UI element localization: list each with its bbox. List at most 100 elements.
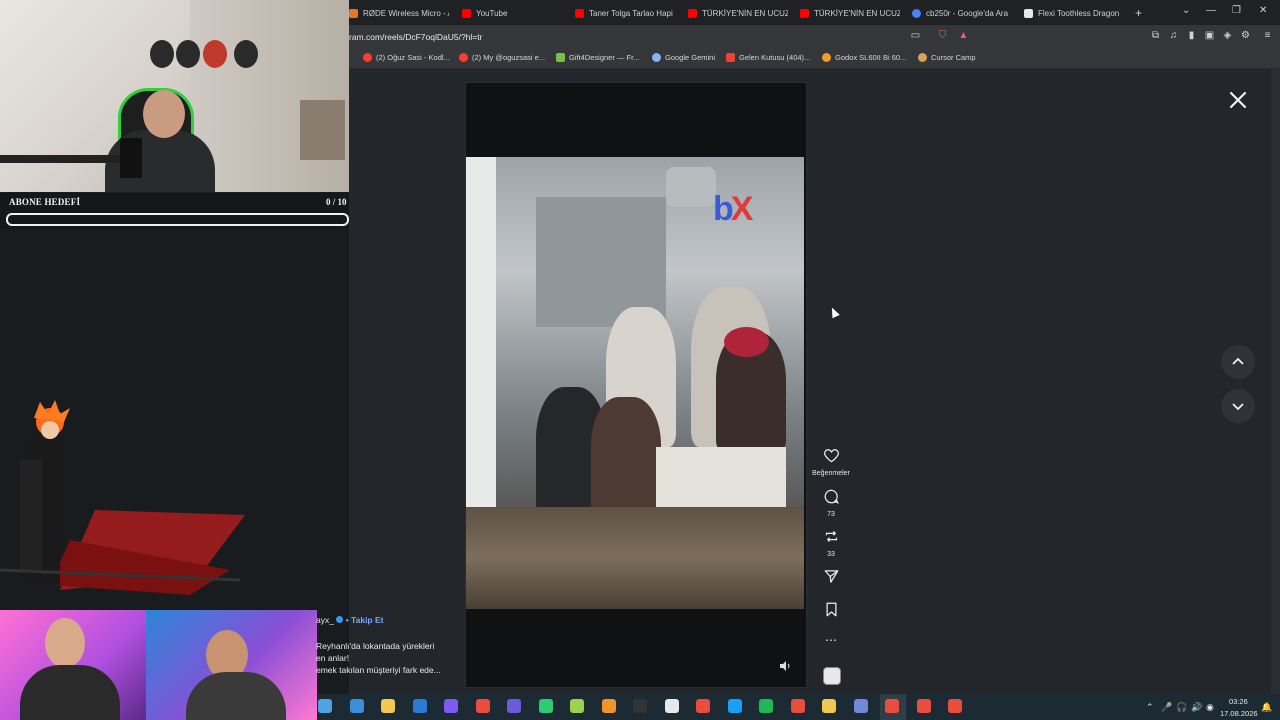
taskbar-app-icon[interactable] (570, 699, 584, 713)
tab-label: Taner Tolga Tarlao Hapis (589, 8, 673, 18)
caption-line: Reyhanlı'da lokantada yürekleri (316, 641, 435, 651)
tab-label: YouTube (476, 8, 508, 18)
comment-count: 73 (827, 511, 835, 518)
guest-body (186, 672, 286, 720)
taskbar-app-icon[interactable] (853, 699, 868, 713)
taskbar-app-icon[interactable] (412, 699, 427, 713)
clock-time[interactable]: 03:26 (1229, 697, 1248, 706)
taskbar-app-icon[interactable] (633, 699, 647, 713)
next-reel-button[interactable] (1221, 389, 1255, 423)
goal-value: 0 / 10 (326, 197, 347, 207)
comment-button[interactable]: 73 (816, 489, 846, 518)
browser-tab[interactable]: RØDE Wireless Micro - A (349, 5, 449, 21)
bookmark-item[interactable]: (2) Oğuz Sasi - Kodl... (363, 53, 450, 62)
microphone-tray-icon[interactable]: 🎤 (1161, 702, 1172, 713)
browser-tab[interactable]: TÜRKİYE'NİN EN UCUZ (688, 5, 788, 21)
bookmark-item[interactable]: Godox SL60II Bi 60... (822, 53, 906, 62)
volume-icon[interactable]: 🔊 (1191, 702, 1202, 713)
taskbar-app-icon[interactable] (444, 699, 458, 713)
bookmark-icon (826, 602, 836, 617)
browser-tab[interactable]: TÜRKİYE'NİN EN UCUZ (800, 5, 900, 21)
menu-icon[interactable]: ≡ (1262, 30, 1273, 41)
page-scrollbar[interactable] (1271, 69, 1280, 694)
browser-tab[interactable]: cb250r - Google'da Ara (912, 5, 1012, 21)
share-button[interactable] (816, 569, 846, 589)
video-foreground (466, 507, 804, 609)
webcam-shelf (300, 100, 345, 160)
browser-tab[interactable]: Flexi Toothless Dragon (1024, 5, 1124, 21)
tab-favicon-icon (575, 8, 584, 18)
previous-reel-button[interactable] (1221, 345, 1255, 379)
media-icon[interactable]: ♫ (1168, 30, 1179, 41)
repost-count: 33 (827, 551, 835, 558)
extensions-icon[interactable]: ⧉ (1150, 30, 1161, 41)
verified-icon (336, 616, 344, 623)
taskbar-app-icon[interactable] (916, 699, 931, 713)
taskbar-app-icon[interactable] (381, 699, 395, 713)
goal-progress-bar (6, 213, 349, 226)
minimize-button[interactable]: — (1206, 5, 1216, 16)
settings-icon[interactable]: ⚙ (1240, 30, 1251, 41)
taskbar-app-icon[interactable] (885, 699, 899, 713)
taskbar-app-icon[interactable] (601, 699, 616, 713)
send-icon (824, 570, 838, 583)
notification-icon[interactable]: 🔔 (1261, 702, 1272, 713)
webcam-main (0, 0, 349, 192)
brave-rewards-icon[interactable]: ▲ (958, 30, 969, 41)
guest-body (20, 665, 120, 720)
reel-video[interactable] (466, 157, 804, 609)
bookmark-label: (2) Oğuz Sasi - Kodl... (376, 53, 450, 62)
close-window-button[interactable]: ✕ (1259, 5, 1267, 16)
vpn-icon[interactable]: ◈ (1222, 30, 1233, 41)
taskbar-app-icon[interactable] (759, 699, 773, 713)
bookmark-item[interactable]: Cursor Camp (918, 53, 976, 62)
sidebar-icon[interactable]: ▮ (1186, 30, 1197, 41)
clock-date[interactable]: 17.08.2026 (1220, 709, 1258, 718)
brave-shield-icon[interactable]: ⛉ (937, 30, 948, 41)
browser-tab[interactable]: YouTube (462, 5, 562, 21)
reel-username[interactable]: ayx_ (316, 615, 334, 625)
url-input[interactable]: ram.com/reels/DcF7oqlDaU5/?hl=tr (349, 32, 482, 42)
headset-icon[interactable]: 🎧 (1176, 702, 1187, 713)
caption-line[interactable]: emek takılan müşteriyi fark ede... (316, 664, 466, 676)
more-options-button[interactable]: ⋯ (816, 633, 846, 647)
speaker-icon[interactable] (779, 660, 791, 672)
bookmark-label: Godox SL60II Bi 60... (835, 53, 907, 62)
tab-search-icon[interactable]: ⌄ (1182, 5, 1190, 16)
bookmark-label: Cursor Camp (931, 53, 976, 62)
taskbar-app-icon[interactable] (948, 699, 962, 713)
browser-tab[interactable]: Taner Tolga Tarlao Hapis (575, 5, 673, 21)
bookmark-item[interactable]: Gelen Kutusu (404)... (726, 53, 810, 62)
taskbar-app-icon[interactable] (822, 699, 836, 713)
like-button[interactable]: Beğenmeler (808, 449, 854, 477)
taskbar-app-icon[interactable] (727, 699, 742, 713)
taskbar-app-icon[interactable] (790, 699, 805, 713)
comment-icon (824, 489, 839, 504)
taskbar-app-icon[interactable] (538, 699, 553, 713)
taskbar-app-icon[interactable] (696, 699, 710, 713)
goal-label: ABONE HEDEFİ (9, 197, 81, 207)
taskbar-app-icon[interactable] (349, 699, 364, 713)
bookmark-item[interactable]: Gift4Designer — Fr... (556, 53, 639, 62)
taskbar-app-icon[interactable] (318, 699, 332, 713)
follow-button[interactable]: • Takip Et (346, 615, 384, 625)
network-icon[interactable]: ◉ (1206, 702, 1214, 713)
maximize-button[interactable]: ❐ (1232, 5, 1241, 16)
bookmark-item[interactable]: (2) My @oguzsasi e... (459, 53, 545, 62)
save-button[interactable] (816, 602, 846, 622)
bookmark-item[interactable]: Google Gemini (652, 53, 715, 62)
taskbar-app-icon[interactable] (664, 699, 679, 713)
taskbar-app-icon[interactable] (507, 699, 521, 713)
new-tab-button[interactable]: + (1135, 5, 1147, 21)
repost-button[interactable]: 33 (816, 529, 846, 558)
tab-favicon-icon (800, 8, 809, 18)
tray-expand-icon[interactable]: ⌃ (1146, 702, 1154, 713)
wallet-icon[interactable]: ▣ (1204, 30, 1215, 41)
taskbar-app-icon[interactable] (475, 699, 490, 713)
cast-icon[interactable]: ▭ (910, 30, 921, 41)
close-icon[interactable] (1228, 90, 1248, 110)
video-door (466, 157, 496, 517)
tab-favicon-icon (349, 8, 358, 18)
audio-avatar[interactable] (823, 667, 841, 685)
bookmark-label: (2) My @oguzsasi e... (472, 53, 546, 62)
